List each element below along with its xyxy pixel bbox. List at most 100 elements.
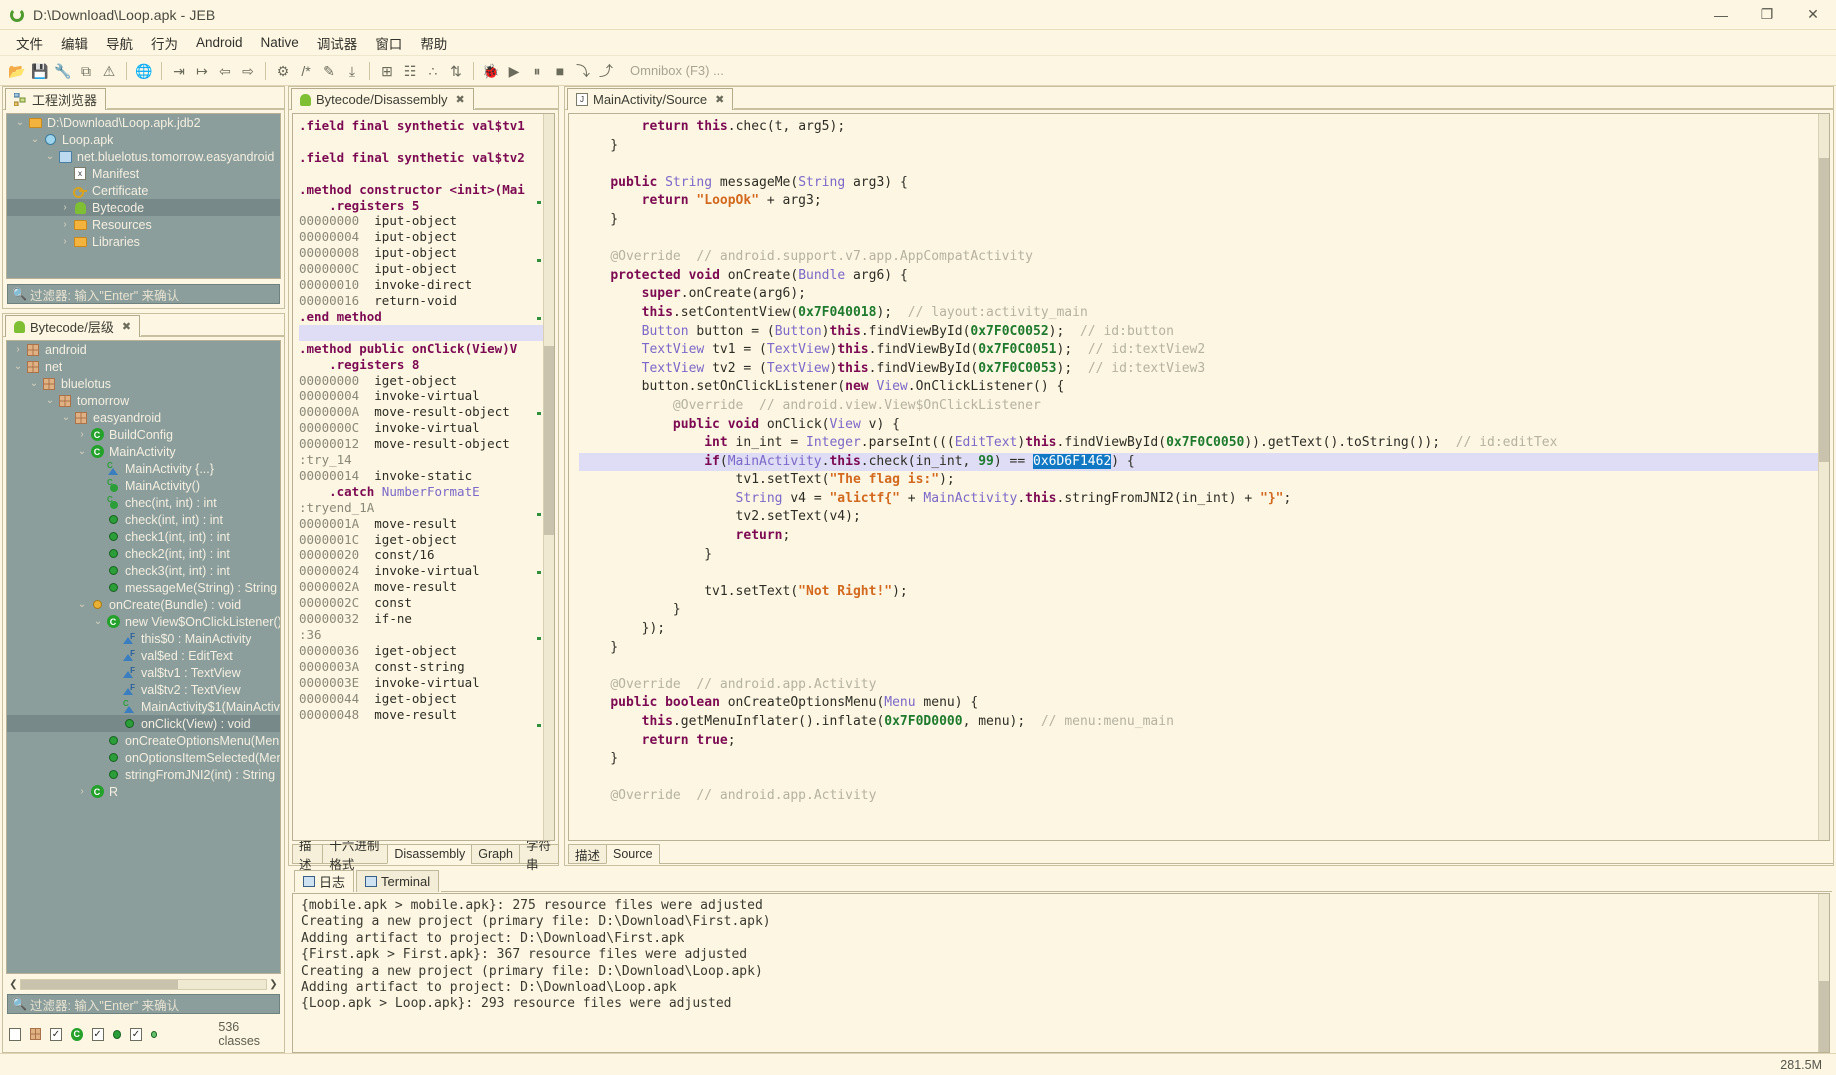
- source-line[interactable]: tv1.setText("Not Right!");: [579, 583, 1829, 602]
- forward-arrow-icon[interactable]: ⇨: [237, 59, 259, 83]
- close-button[interactable]: ✕: [1790, 0, 1836, 30]
- save-icon[interactable]: 💾: [29, 59, 51, 83]
- source-line[interactable]: @Override // android.app.Activity: [579, 787, 1829, 806]
- bytecode-line[interactable]: 0000001C iget-object: [299, 532, 554, 548]
- close-icon[interactable]: ✖: [122, 320, 131, 333]
- copy-icon[interactable]: ⧉: [75, 59, 97, 83]
- tree-node[interactable]: ›Libraries: [7, 233, 280, 250]
- bytecode-line[interactable]: 0000001A move-result: [299, 516, 554, 532]
- expand-chevron-icon[interactable]: ⌄: [28, 134, 42, 145]
- bytecode-line[interactable]: [299, 134, 554, 150]
- project-explorer-tree[interactable]: ⌄D:\Download\Loop.apk.jdb2⌄Loop.apk⌄net.…: [6, 113, 281, 279]
- expand-chevron-icon[interactable]: ⌄: [11, 361, 25, 372]
- source-line[interactable]: return true;: [579, 732, 1829, 751]
- minimize-button[interactable]: —: [1698, 0, 1744, 30]
- bytecode-code-area[interactable]: .field final synthetic val$tv1 .field fi…: [292, 113, 555, 841]
- rename-icon[interactable]: ✎: [318, 59, 340, 83]
- expand-chevron-icon[interactable]: ⌄: [13, 117, 27, 128]
- bytecode-line[interactable]: 00000004 iput-object: [299, 229, 554, 245]
- globe-icon[interactable]: 🌐: [133, 59, 155, 83]
- source-code-area[interactable]: return this.chec(t, arg5); } public Stri…: [568, 113, 1830, 841]
- debug-bug-icon[interactable]: 🐞: [480, 59, 502, 83]
- bytecode-line[interactable]: 0000002A move-result: [299, 579, 554, 595]
- bytecode-line[interactable]: .end method: [299, 309, 554, 325]
- close-icon[interactable]: ✖: [715, 93, 724, 106]
- bytecode-line[interactable]: 00000010 invoke-direct: [299, 277, 554, 293]
- scroll-right-icon[interactable]: ❯: [267, 979, 280, 990]
- grid-icon[interactable]: ☷: [399, 59, 421, 83]
- bytecode-line[interactable]: 0000000A move-result-object: [299, 404, 554, 420]
- tab-mainactivity-source[interactable]: J MainActivity/Source ✖: [567, 88, 733, 110]
- console-vertical-scrollbar[interactable]: [1818, 894, 1829, 1052]
- menu-item-1[interactable]: 编辑: [52, 30, 97, 56]
- warning-icon[interactable]: ⚠: [98, 59, 120, 83]
- scrollbar-thumb[interactable]: [1819, 158, 1829, 463]
- menu-item-7[interactable]: 窗口: [366, 30, 411, 56]
- omnibox-hint[interactable]: Omnibox (F3) ...: [630, 63, 724, 78]
- source-line[interactable]: Button button = (Button)this.findViewByI…: [579, 323, 1829, 342]
- menu-item-6[interactable]: 调试器: [308, 30, 367, 56]
- source-line[interactable]: }: [579, 211, 1829, 230]
- expand-chevron-icon[interactable]: ⌄: [75, 599, 89, 610]
- source-line[interactable]: TextView tv2 = (TextView)this.findViewBy…: [579, 360, 1829, 379]
- scrollbar-thumb[interactable]: [544, 346, 554, 535]
- menu-item-3[interactable]: 行为: [142, 30, 187, 56]
- hierarchy-horizontal-scrollbar[interactable]: ❮ ❯: [7, 977, 280, 992]
- bytecode-view-tab-1[interactable]: 十六进制格式: [322, 844, 388, 864]
- expand-chevron-icon[interactable]: ›: [58, 236, 72, 247]
- expand-chevron-icon[interactable]: ›: [75, 429, 89, 440]
- expand-chevron-icon[interactable]: ⌄: [43, 151, 57, 162]
- bytecode-line[interactable]: 00000020 const/16: [299, 547, 554, 563]
- tab-bytecode-disassembly[interactable]: Bytecode/Disassembly ✖: [291, 88, 474, 110]
- tree-node[interactable]: stringFromJNI2(int) : String: [7, 766, 280, 783]
- tree-node[interactable]: ›CBuildConfig: [7, 426, 280, 443]
- expand-chevron-icon[interactable]: ⌄: [75, 446, 89, 457]
- source-line[interactable]: button.setOnClickListener(new View.OnCli…: [579, 378, 1829, 397]
- bytecode-line[interactable]: 00000036 iget-object: [299, 643, 554, 659]
- source-line[interactable]: }: [579, 601, 1829, 620]
- bytecode-view-tab-0[interactable]: 描述: [292, 844, 323, 864]
- tree-node[interactable]: onCreateOptionsMenu(Menu) : b: [7, 732, 280, 749]
- step-into-icon[interactable]: ⤵: [572, 59, 594, 83]
- expand-chevron-icon[interactable]: ⌄: [43, 395, 57, 406]
- tree-node[interactable]: ›Resources: [7, 216, 280, 233]
- source-line[interactable]: this.getMenuInflater().inflate(0x7F0D000…: [579, 713, 1829, 732]
- source-line[interactable]: [579, 155, 1829, 174]
- tree-node[interactable]: check3(int, int) : int: [7, 562, 280, 579]
- bytecode-line[interactable]: 00000014 invoke-static: [299, 468, 554, 484]
- tree-node[interactable]: ⌄CMainActivity: [7, 443, 280, 460]
- scrollbar-thumb[interactable]: [21, 980, 178, 989]
- source-line[interactable]: super.onCreate(arg6);: [579, 285, 1829, 304]
- step-over-icon[interactable]: ⤴: [595, 59, 617, 83]
- menu-item-2[interactable]: 导航: [97, 30, 142, 56]
- tree-node[interactable]: val$ed : EditText: [7, 647, 280, 664]
- bytecode-line[interactable]: .registers 5: [299, 198, 554, 214]
- bytecode-line[interactable]: 00000004 invoke-virtual: [299, 388, 554, 404]
- expand-chevron-icon[interactable]: ⌄: [91, 616, 105, 627]
- goto-in-icon[interactable]: ⇥: [168, 59, 190, 83]
- tab-bytecode-hierarchy[interactable]: Bytecode/层级 ✖: [5, 315, 140, 337]
- tree-node[interactable]: ⌄D:\Download\Loop.apk.jdb2: [7, 114, 280, 131]
- tree-node[interactable]: ⌄onCreate(Bundle) : void: [7, 596, 280, 613]
- back-arrow-icon[interactable]: ⇦: [214, 59, 236, 83]
- bytecode-line[interactable]: :tryend_1A: [299, 500, 554, 516]
- expand-chevron-icon[interactable]: ›: [58, 219, 72, 230]
- bytecode-line[interactable]: 00000032 if-ne: [299, 611, 554, 627]
- bytecode-line[interactable]: [299, 325, 554, 341]
- bytecode-view-tab-3[interactable]: Graph: [471, 844, 520, 864]
- bytecode-line[interactable]: .catch NumberFormatE: [299, 484, 554, 500]
- expand-chevron-icon[interactable]: ›: [11, 344, 25, 355]
- bytecode-line[interactable]: :try_14: [299, 452, 554, 468]
- source-line[interactable]: }: [579, 546, 1829, 565]
- bytecode-line[interactable]: 00000008 iput-object: [299, 245, 554, 261]
- bytecode-line[interactable]: 00000012 move-result-object: [299, 436, 554, 452]
- bytecode-line[interactable]: [299, 166, 554, 182]
- scrollbar-track[interactable]: [20, 979, 267, 990]
- bytecode-line[interactable]: 0000002C const: [299, 595, 554, 611]
- tree-node[interactable]: check(int, int) : int: [7, 511, 280, 528]
- console-output[interactable]: {mobile.apk > mobile.apk}: 275 resource …: [292, 893, 1830, 1053]
- source-line[interactable]: }: [579, 750, 1829, 769]
- scrollbar-thumb[interactable]: [1819, 981, 1829, 1052]
- class-filter-checkbox[interactable]: ✓: [50, 1028, 62, 1041]
- bytecode-line[interactable]: .field final synthetic val$tv1: [299, 118, 554, 134]
